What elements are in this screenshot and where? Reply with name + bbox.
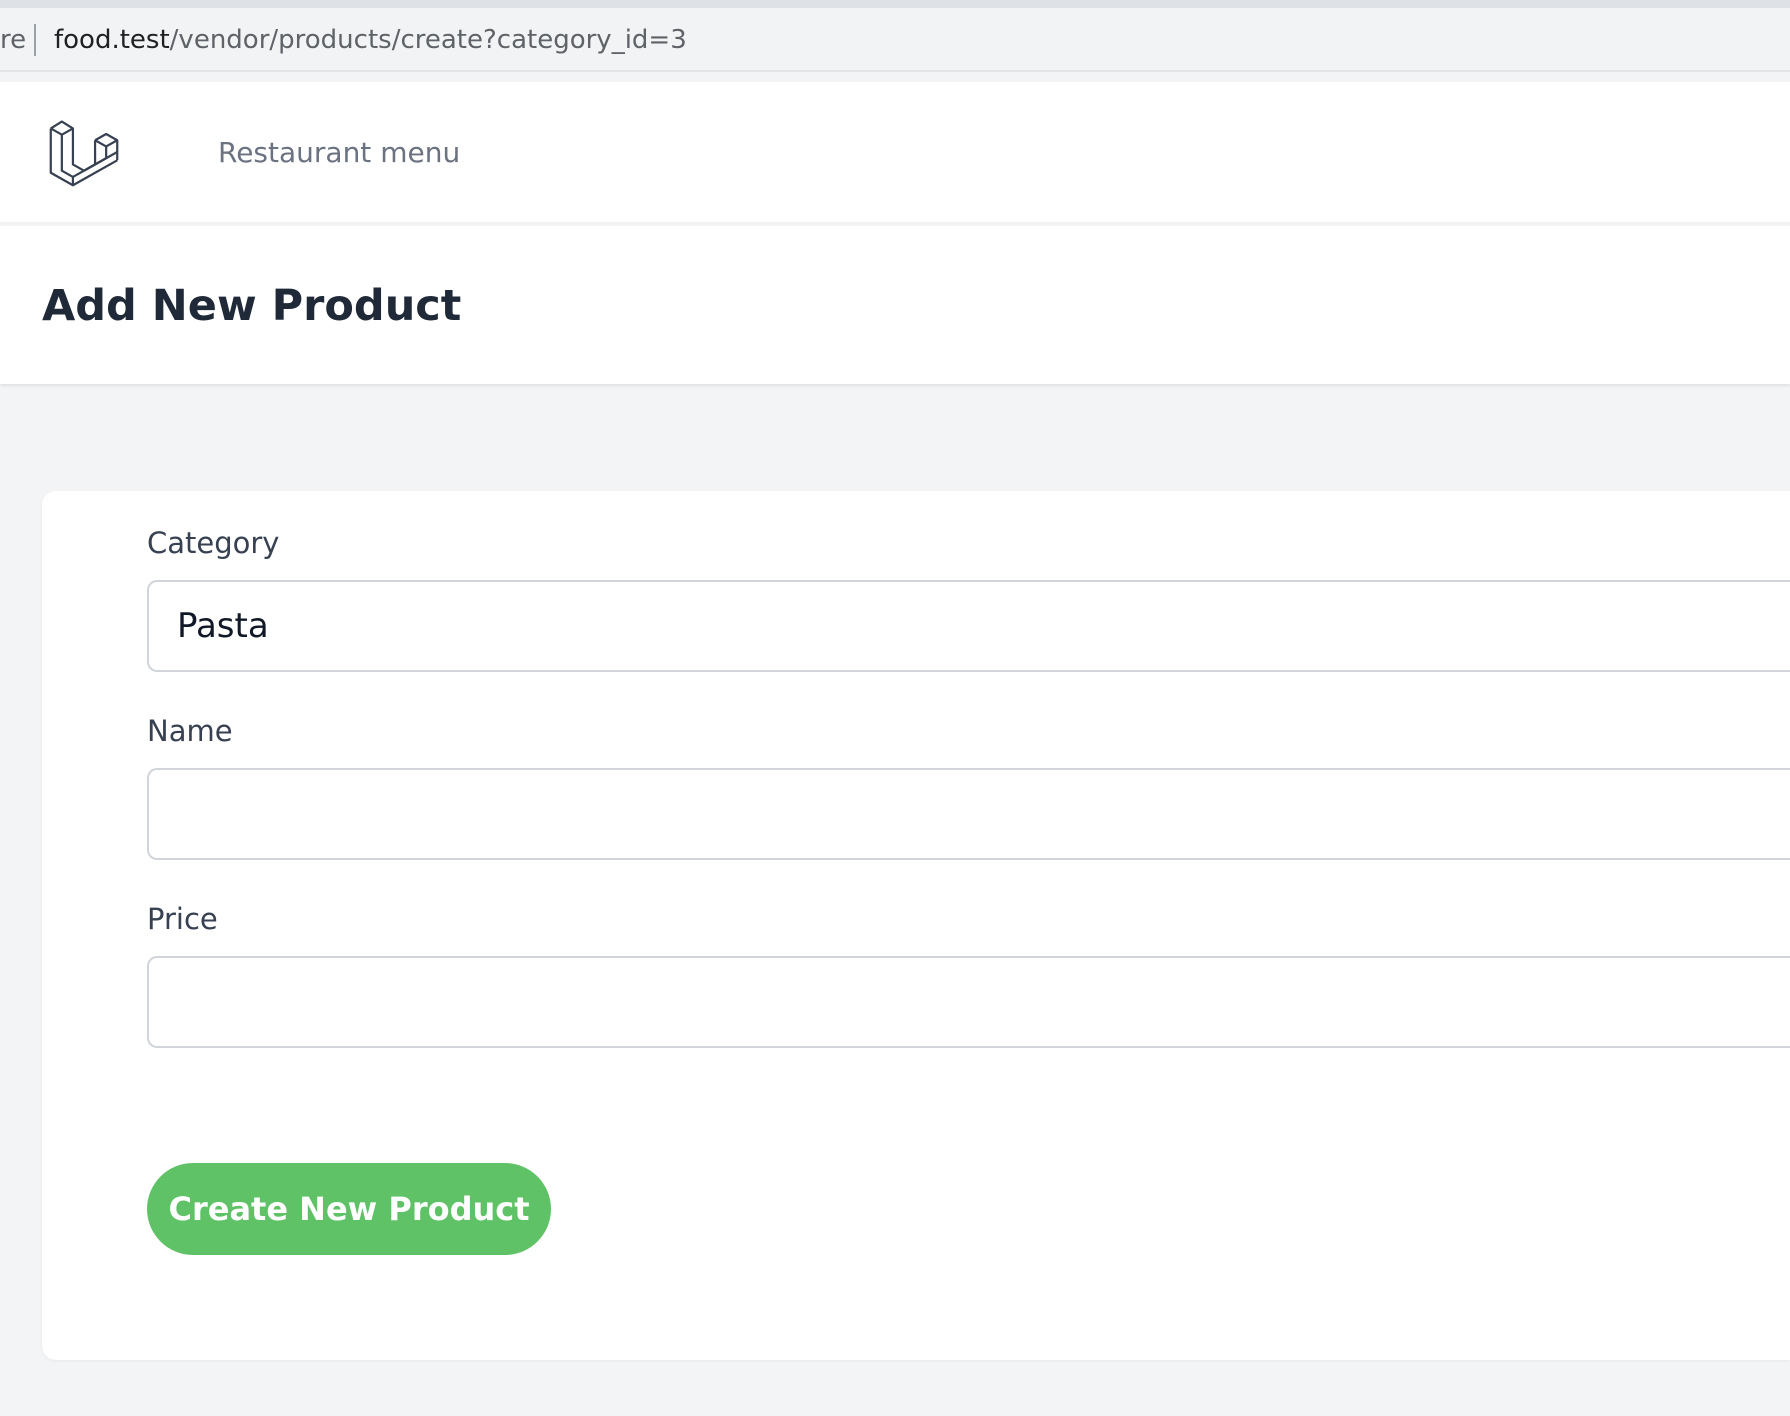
category-label: Category (147, 526, 280, 560)
category-select[interactable]: Pasta (147, 580, 1790, 672)
product-form-card: Category Pasta Name Price Create New Pro… (42, 491, 1790, 1360)
browser-tab-strip (0, 0, 1790, 8)
price-input[interactable] (147, 956, 1790, 1048)
address-bar[interactable]: re food.test/vendor/products/create?cate… (0, 8, 1790, 72)
name-input[interactable] (147, 768, 1790, 860)
price-label: Price (147, 902, 218, 936)
name-label: Name (147, 714, 233, 748)
create-product-button[interactable]: Create New Product (147, 1163, 551, 1255)
url-security-label: re (0, 25, 27, 55)
top-navigation: Restaurant menu (0, 82, 1790, 224)
url-path: /vendor/products/create?category_id=3 (169, 25, 687, 55)
category-selected-value: Pasta (177, 606, 269, 646)
url-text[interactable]: food.test/vendor/products/create?categor… (54, 25, 687, 55)
laravel-logo-icon[interactable] (48, 116, 120, 188)
nav-link-restaurant-menu[interactable]: Restaurant menu (218, 136, 460, 169)
url-divider (34, 24, 36, 56)
url-host: food.test (54, 25, 170, 55)
page-title: Add New Product (42, 281, 462, 331)
page-header: Add New Product (0, 226, 1790, 384)
